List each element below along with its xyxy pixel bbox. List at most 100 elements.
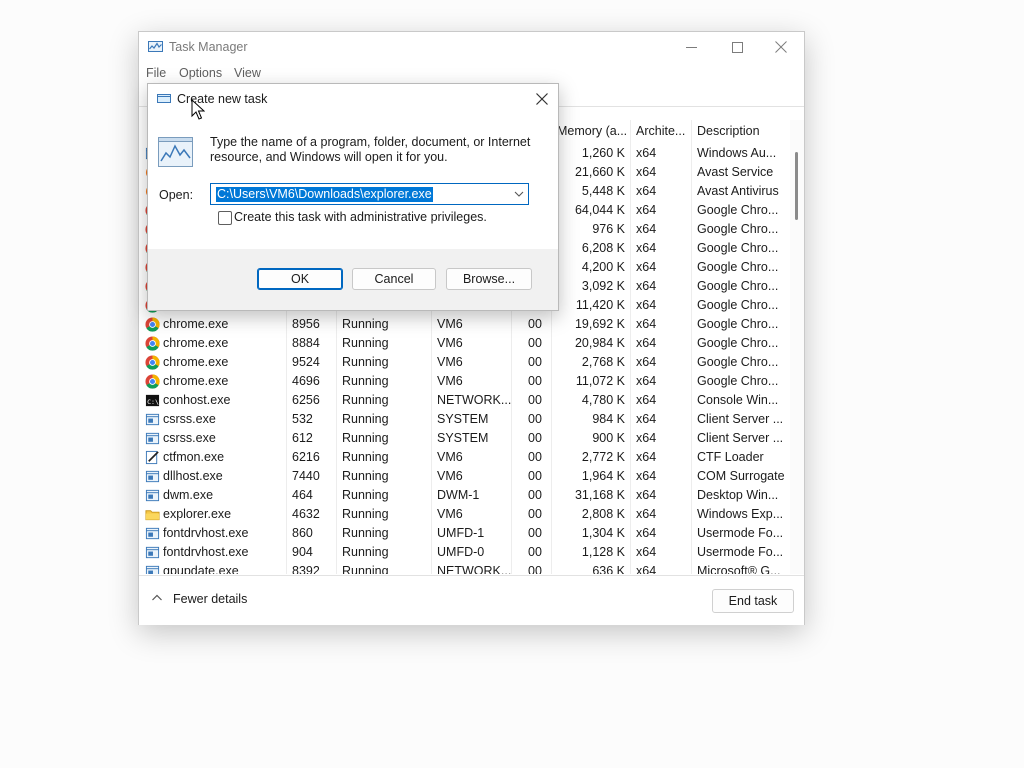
chrome-icon [145,374,160,389]
cell-pid: 6216 [292,450,320,464]
cell-user: NETWORK... [437,393,512,407]
table-row[interactable]: chrome.exe 8884 Running VM6 00 20,984 K x64 Goo… [139,333,789,352]
cell-memory: 2,772 K [581,450,625,464]
table-row[interactable]: chrome.exe 8956 Running VM6 00 19,692 K x64 Goo… [139,314,789,333]
cell-memory: 3,092 K [581,279,625,293]
table-row[interactable]: C:\ conhost.exe 6256 Running NETWORK... 00 4,7… [139,390,789,409]
chrome-icon [145,355,160,370]
scrollbar-thumb[interactable] [795,152,798,220]
cell-cpu: 00 [528,431,542,445]
cell-architecture: x64 [636,488,657,502]
cell-description: Google Chro... [697,222,779,236]
open-input-value[interactable]: C:\Users\VM6\Downloads\explorer.exe [216,187,433,202]
cell-cpu: 00 [528,507,542,521]
menu-bar: File Options View [139,62,804,84]
cell-architecture: x64 [636,203,657,217]
menu-view[interactable]: View [234,66,261,80]
chrome-icon [145,317,160,332]
admin-privileges-checkbox[interactable] [218,211,232,225]
footer-bar: Fewer details End task [139,575,804,625]
cell-architecture: x64 [636,317,657,331]
cell-pid: 6256 [292,393,320,407]
cell-architecture: x64 [636,431,657,445]
cell-name: csrss.exe [163,431,216,445]
minimize-button[interactable] [668,32,714,62]
vertical-scrollbar[interactable] [790,120,804,574]
cell-pid: 9524 [292,355,320,369]
cell-user: NETWORK... [437,564,512,574]
cell-description: Desktop Win... [697,488,779,502]
open-combobox[interactable]: C:\Users\VM6\Downloads\explorer.exe [210,183,529,205]
table-row[interactable]: gpupdate.exe 8392 Running NETWORK... 00 636 K… [139,561,789,574]
cell-description: Microsoft® G... [697,564,781,574]
cell-architecture: x64 [636,450,657,464]
column-header-description[interactable]: Description [697,124,760,142]
cell-user: UMFD-0 [437,545,485,559]
cell-architecture: x64 [636,260,657,274]
cell-status: Running [342,564,389,574]
cell-cpu: 00 [528,355,542,369]
dialog-button-area: OK Cancel Browse... [148,249,558,310]
window-icon [145,488,160,503]
end-task-button[interactable]: End task [712,589,794,613]
cell-name: chrome.exe [163,355,229,369]
cell-architecture: x64 [636,526,657,540]
cell-memory: 1,304 K [581,526,625,540]
cell-user: SYSTEM [437,431,489,445]
cell-memory: 11,420 K [575,298,625,312]
title-bar[interactable]: Task Manager [139,32,804,62]
dialog-close-button[interactable] [530,88,554,110]
table-row[interactable]: fontdrvhost.exe 904 Running UMFD-0 00 1,128 K… [139,542,789,561]
cell-cpu: 00 [528,374,542,388]
cell-status: Running [342,412,389,426]
cell-user: VM6 [437,355,463,369]
admin-privileges-label[interactable]: Create this task with administrative pri… [234,210,487,224]
table-row[interactable]: fontdrvhost.exe 860 Running UMFD-1 00 1,304 K… [139,523,789,542]
cell-user: VM6 [437,450,463,464]
cell-memory: 31,168 K [574,488,625,502]
open-label: Open: [159,188,194,202]
console-icon: C:\ [145,393,160,408]
table-row[interactable]: chrome.exe 9524 Running VM6 00 2,768 K x64 Goog… [139,352,789,371]
cell-memory: 4,200 K [581,260,625,274]
chevron-up-icon[interactable] [151,592,163,604]
table-row[interactable]: dllhost.exe 7440 Running VM6 00 1,964 K x64 COM… [139,466,789,485]
cell-cpu: 00 [528,393,542,407]
table-row[interactable]: explorer.exe 4632 Running VM6 00 2,808 K x64 Wi… [139,504,789,523]
cancel-button[interactable]: Cancel [352,268,436,290]
cell-description: Avast Antivirus [697,184,779,198]
close-icon [536,93,548,105]
cell-cpu: 00 [528,336,542,350]
table-row[interactable]: ctfmon.exe 6216 Running VM6 00 2,772 K x64 CTF … [139,447,789,466]
window-icon [145,526,160,541]
cell-name: conhost.exe [163,393,231,407]
chevron-down-icon[interactable] [514,189,524,199]
close-button[interactable] [758,32,804,62]
cell-status: Running [342,488,389,502]
maximize-button[interactable] [714,32,760,62]
cell-description: Google Chro... [697,336,779,350]
cell-name: chrome.exe [163,317,229,331]
ok-button[interactable]: OK [257,268,343,290]
window-icon [145,564,160,574]
menu-file[interactable]: File [146,66,166,80]
maximize-icon [731,41,743,53]
column-header-memory[interactable]: Memory (a... [557,124,627,142]
cell-name: ctfmon.exe [163,450,225,464]
table-row[interactable]: dwm.exe 464 Running DWM-1 00 31,168 K x64 Deskt… [139,485,789,504]
column-header-architecture[interactable]: Archite... [636,124,685,142]
fewer-details-link[interactable]: Fewer details [173,592,247,606]
cell-user: VM6 [437,374,463,388]
table-row[interactable]: csrss.exe 532 Running SYSTEM 00 984 K x64 Clien… [139,409,789,428]
table-row[interactable]: chrome.exe 4696 Running VM6 00 11,072 K x64 Goo… [139,371,789,390]
cell-description: Console Win... [697,393,779,407]
menu-options[interactable]: Options [179,66,222,80]
browse-button[interactable]: Browse... [446,268,532,290]
cell-architecture: x64 [636,412,657,426]
cell-architecture: x64 [636,393,657,407]
cell-cpu: 00 [528,469,542,483]
table-row[interactable]: csrss.exe 612 Running SYSTEM 00 900 K x64 Clien… [139,428,789,447]
cell-memory: 900 K [592,431,625,445]
cell-memory: 636 K [592,564,625,574]
cell-description: Google Chro... [697,260,779,274]
